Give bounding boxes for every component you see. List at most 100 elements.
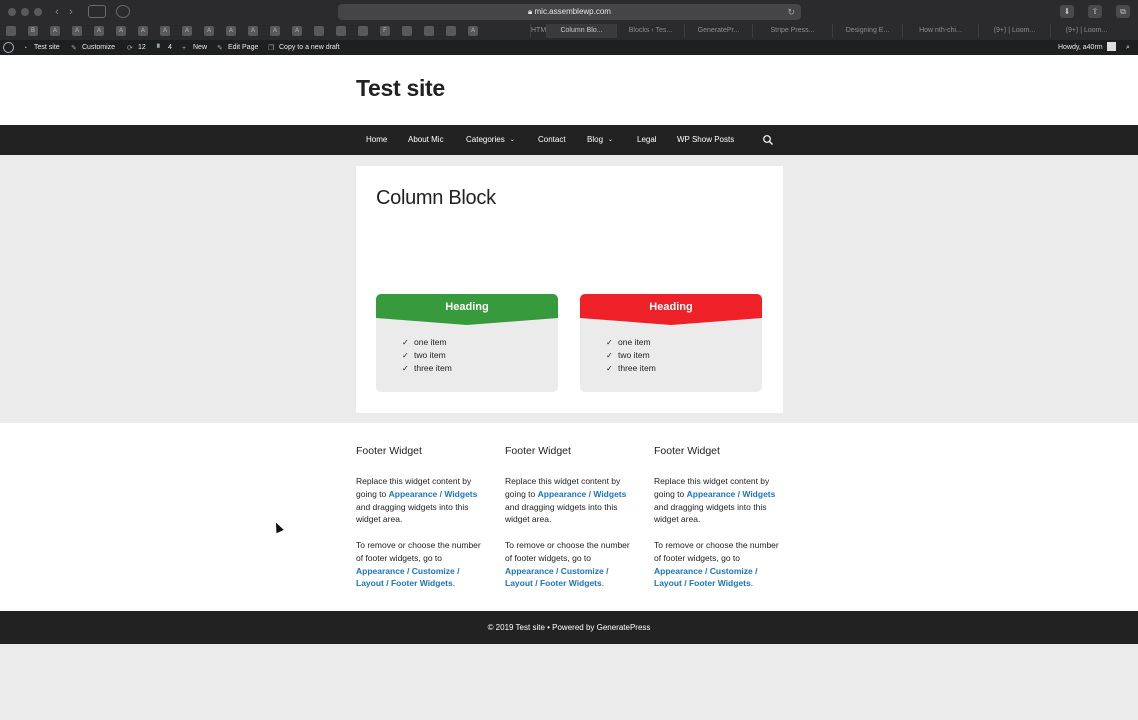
page-content: Column Block Heading ✓ one item ✓ two item… <box>356 166 783 413</box>
bookmark-icon[interactable]: A <box>138 26 148 36</box>
nav-item-about-mic[interactable]: About Mic <box>408 125 444 155</box>
reload-icon[interactable]: ↻ <box>787 4 795 20</box>
check-icon: ✓ <box>402 338 409 347</box>
widget-link[interactable]: Appearance / Customize / Layout / Footer… <box>654 566 757 589</box>
browser-tab[interactable]: (9+) | Loom... <box>1050 24 1122 38</box>
nav-item-home[interactable]: Home <box>366 125 387 155</box>
chevron-down-icon: ⌄ <box>509 137 515 143</box>
back-icon[interactable]: ‹ <box>50 5 64 19</box>
bookmark-icon[interactable]: A <box>182 26 192 36</box>
admin-search-icon[interactable]: ⌕ <box>1126 40 1130 55</box>
admin-copy-draft-label: Copy to a new draft <box>279 44 340 51</box>
wordpress-logo-icon[interactable] <box>3 42 14 53</box>
column-heading-banner: Heading <box>580 294 762 326</box>
admin-customize-link[interactable]: ✎ Customize <box>71 40 115 55</box>
bookmark-icon[interactable]: A <box>72 26 82 36</box>
widget-link[interactable]: Appearance / Widgets <box>687 489 776 499</box>
sidebar-icon[interactable] <box>88 5 106 18</box>
browser-tab[interactable]: Designing E... <box>832 24 902 38</box>
admin-updates-link[interactable]: ⟳ 12 <box>127 40 146 55</box>
avatar <box>1106 42 1116 51</box>
share-icon[interactable]: ⇪ <box>1088 5 1102 18</box>
admin-account-menu[interactable]: Howdy, a40rm <box>1058 40 1116 55</box>
bookmark-icon[interactable]: A <box>270 26 280 36</box>
nav-item-legal[interactable]: Legal <box>637 125 657 155</box>
dashboard-icon: ◔ <box>23 45 28 52</box>
bookmarks-and-tabs: B A A A A A A A A A A A A F A HTML Colum… <box>0 24 1138 38</box>
browser-tab[interactable]: Blocks ‹ Tes... <box>616 24 684 38</box>
nav-item-wp-show-posts[interactable]: WP Show Posts <box>677 125 734 155</box>
plus-icon: + <box>182 45 187 52</box>
bookmark-icon[interactable] <box>6 26 16 36</box>
browser-tab-active[interactable]: Column Blo... <box>546 24 616 38</box>
widget-link[interactable]: Appearance / Widgets <box>538 489 627 499</box>
bookmark-icon[interactable] <box>336 26 346 36</box>
widget-text-part: . <box>750 578 754 589</box>
nav-item-contact[interactable]: Contact <box>538 125 566 155</box>
bookmark-icon[interactable] <box>314 26 324 36</box>
browser-tab[interactable]: HTML <box>530 24 546 38</box>
updates-count: 12 <box>138 44 146 51</box>
admin-copy-draft-link[interactable]: ❐ Copy to a new draft <box>268 40 340 55</box>
bookmark-icon[interactable]: A <box>50 26 60 36</box>
widget-paragraph: Replace this widget content by going to … <box>654 475 784 526</box>
widget-text-part: and dragging widgets into this widget ar… <box>505 501 618 525</box>
widget-text-part: . <box>601 578 605 589</box>
updates-icon: ⟳ <box>127 45 133 52</box>
widget-link[interactable]: Appearance / Customize / Layout / Footer… <box>505 566 608 589</box>
bookmark-icon[interactable]: F <box>380 26 390 36</box>
bookmark-icon[interactable]: A <box>160 26 170 36</box>
bookmark-icon[interactable]: A <box>204 26 214 36</box>
check-icon: ✓ <box>606 364 613 373</box>
list-item: ✓ three item <box>606 362 656 375</box>
minimize-window-icon[interactable] <box>21 8 29 16</box>
admin-howdy-label: Howdy, a40rm <box>1058 44 1103 51</box>
browser-tab[interactable]: GeneratePr... <box>684 24 752 38</box>
site-title[interactable]: Test site <box>356 75 445 102</box>
bookmark-icon[interactable] <box>358 26 368 36</box>
bookmark-icon[interactable]: B <box>28 26 38 36</box>
bookmark-icon[interactable]: A <box>292 26 302 36</box>
footer-widgets: Footer Widget Replace this widget conten… <box>0 423 1138 611</box>
admin-comments-link[interactable]: ▘ 4 <box>157 40 172 55</box>
address-bar[interactable]: 🔒︎ mic.assemblewp.com ↻ <box>338 4 801 20</box>
bookmark-icon[interactable]: A <box>94 26 104 36</box>
nav-item-blog[interactable]: Blog ⌄ <box>587 125 613 155</box>
page-title: Column Block <box>376 187 496 209</box>
browser-tab[interactable]: (9+) | Loom... <box>978 24 1050 38</box>
list-item: ✓ one item <box>402 336 452 349</box>
bookmark-icon[interactable] <box>446 26 456 36</box>
widget-link[interactable]: Appearance / Customize / Layout / Footer… <box>356 566 459 589</box>
pencil-icon: ✎ <box>217 45 223 52</box>
browser-tab[interactable]: Stripe Press... <box>752 24 832 38</box>
bookmark-icon[interactable]: A <box>248 26 258 36</box>
widget-text-part: and dragging widgets into this widget ar… <box>356 501 469 525</box>
copyright-text: © 2019 Test site • Powered by GeneratePr… <box>487 623 651 632</box>
privacy-icon[interactable] <box>116 5 130 18</box>
widget-link[interactable]: Appearance / Widgets <box>389 489 478 499</box>
site-footer: © 2019 Test site • Powered by GeneratePr… <box>0 611 1138 644</box>
bookmark-icon[interactable] <box>402 26 412 36</box>
browser-toolbar: ‹ › 🔒︎ mic.assemblewp.com ↻ ⬇ ⇪ ⧉ <box>0 0 1138 24</box>
search-icon[interactable] <box>762 134 774 146</box>
bookmark-icon[interactable]: A <box>468 26 478 36</box>
browser-tab[interactable]: How nth-chi... <box>902 24 978 38</box>
close-window-icon[interactable] <box>8 8 16 16</box>
forward-icon[interactable]: › <box>64 5 78 19</box>
admin-customize-label: Customize <box>82 44 116 51</box>
list-item-text: two item <box>618 350 650 360</box>
admin-edit-page-link[interactable]: ✎ Edit Page <box>217 40 258 55</box>
bookmark-icon[interactable]: A <box>226 26 236 36</box>
tabs-overview-icon[interactable]: ⧉ <box>1116 5 1130 18</box>
nav-item-label: Categories <box>466 135 505 144</box>
nav-item-categories[interactable]: Categories ⌄ <box>466 125 515 155</box>
admin-new-link[interactable]: + New <box>182 40 207 55</box>
bookmark-icon[interactable]: A <box>116 26 126 36</box>
widget-title: Footer Widget <box>505 445 571 457</box>
admin-site-link[interactable]: ◔ Test site <box>23 40 60 55</box>
download-icon[interactable]: ⬇ <box>1060 5 1074 18</box>
zoom-window-icon[interactable] <box>34 8 42 16</box>
list-item-text: one item <box>414 337 447 347</box>
list-item-text: three item <box>414 363 452 373</box>
bookmark-icon[interactable] <box>424 26 434 36</box>
